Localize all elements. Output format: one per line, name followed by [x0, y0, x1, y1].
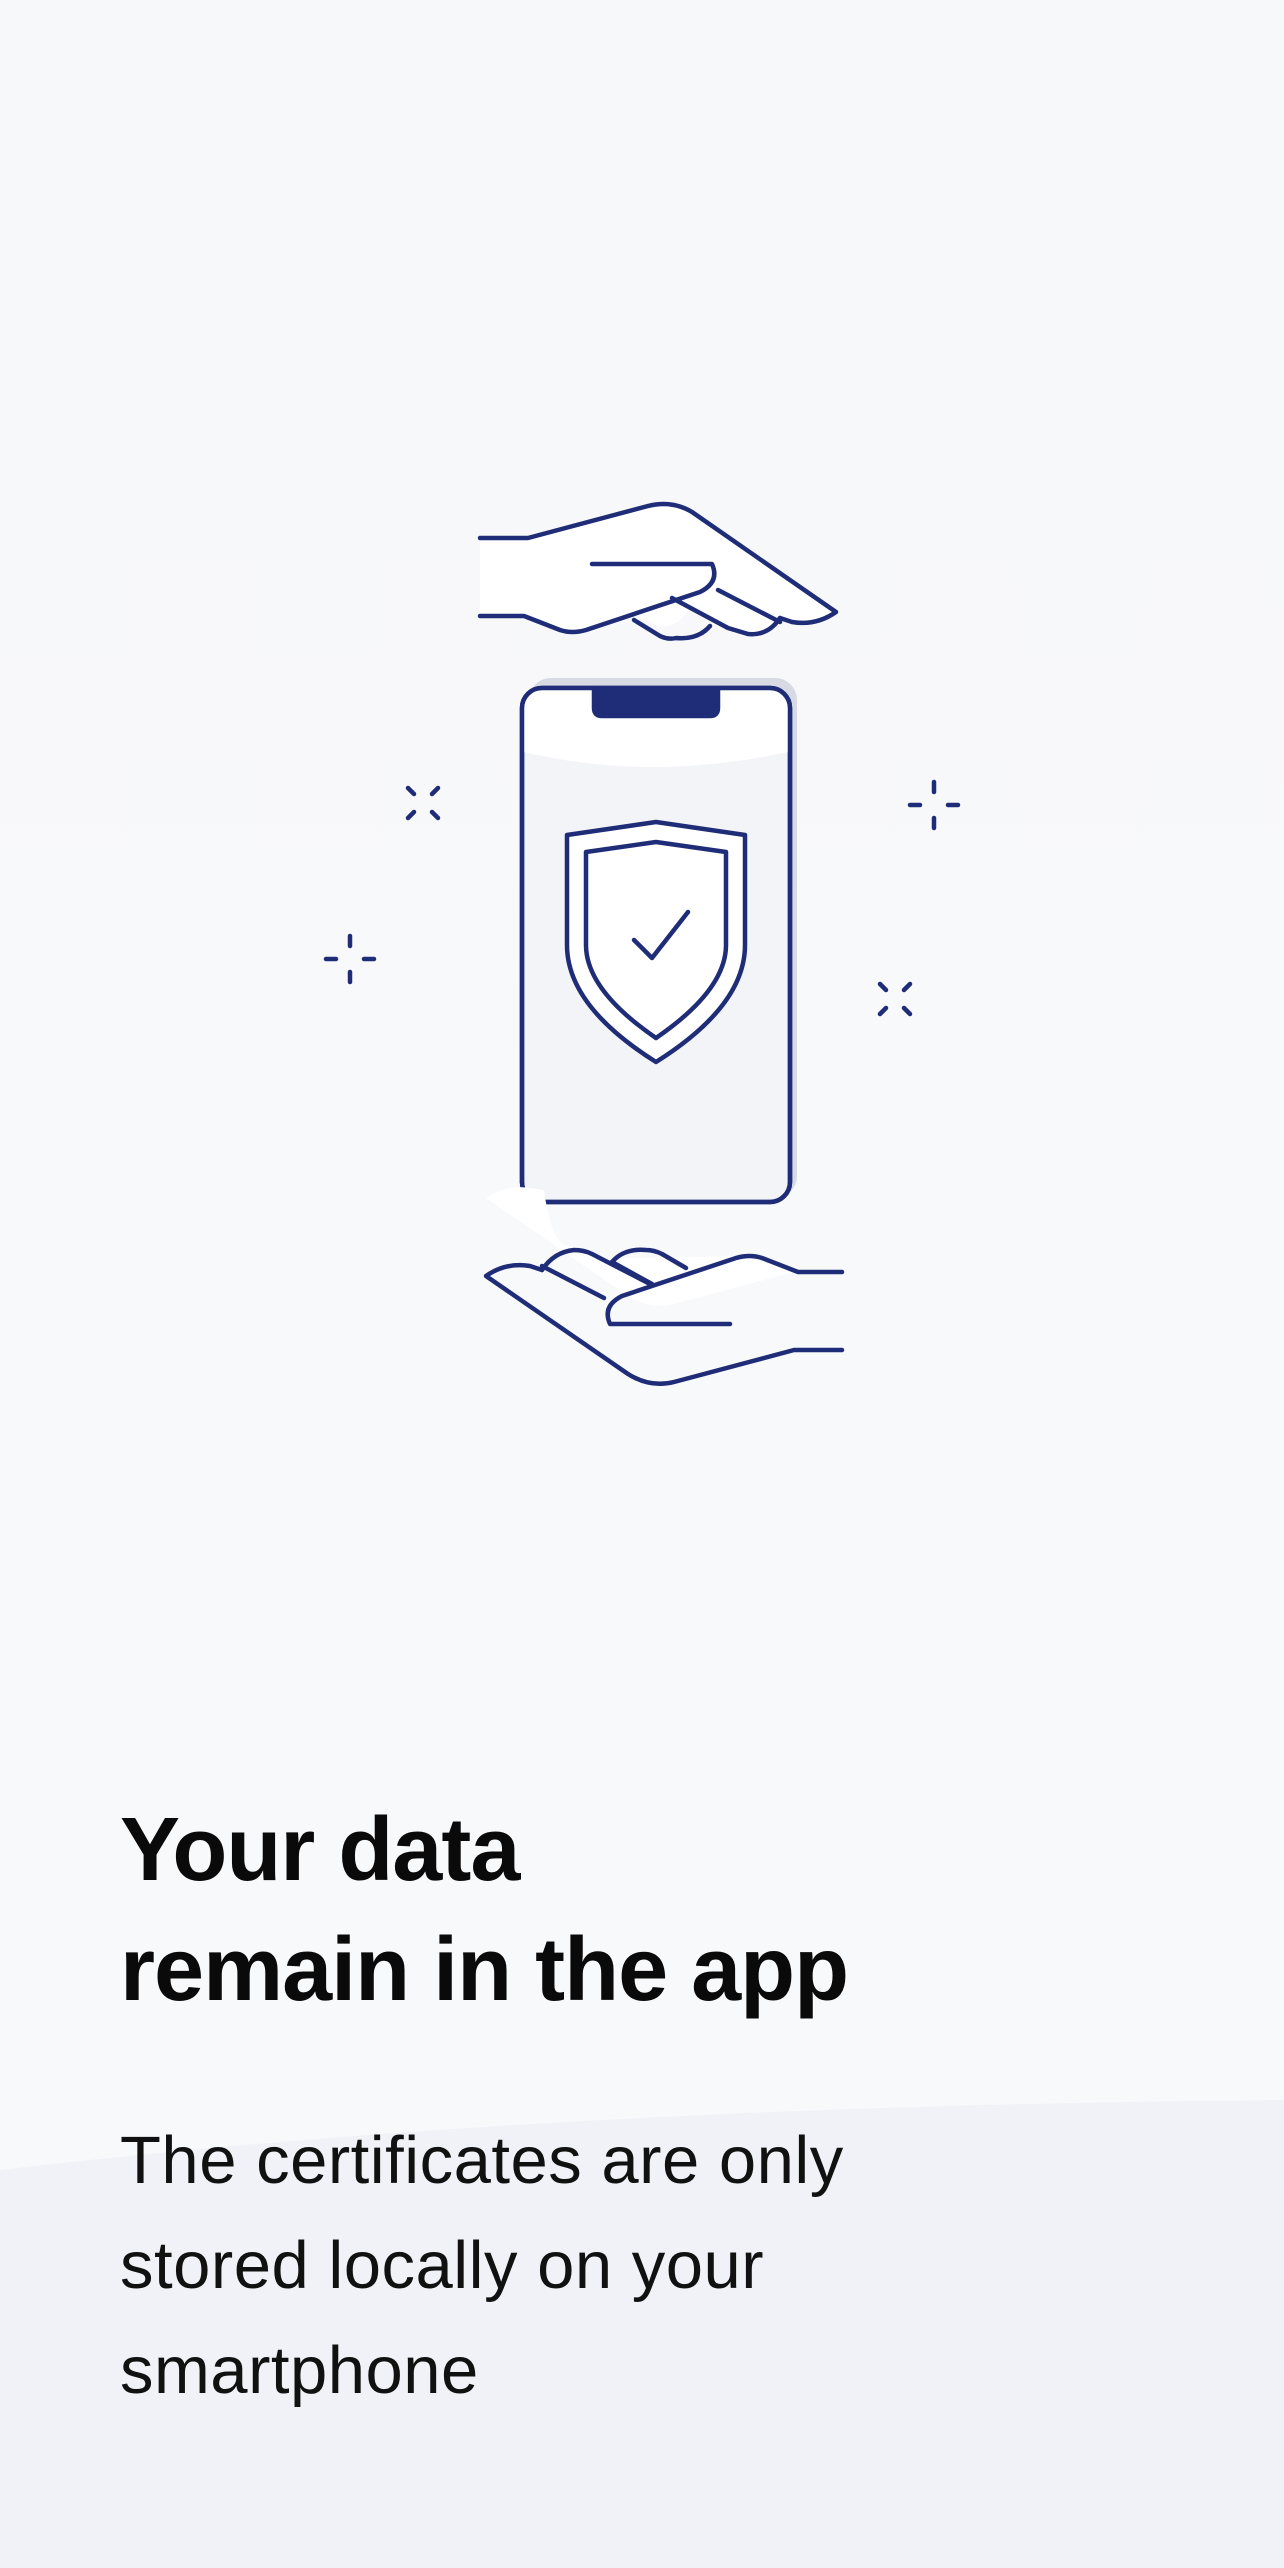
hand-bottom-icon [483, 1187, 845, 1386]
onboarding-content: Your data remain in the app The certific… [120, 1790, 1180, 2423]
onboarding-subtitle: The certificates are only stored locally… [120, 2123, 844, 2408]
hand-top-icon [477, 501, 839, 641]
privacy-illustration [300, 480, 1000, 1400]
illustration-svg [323, 501, 961, 1386]
onboarding-title: Your data remain in the app [120, 1800, 849, 2020]
